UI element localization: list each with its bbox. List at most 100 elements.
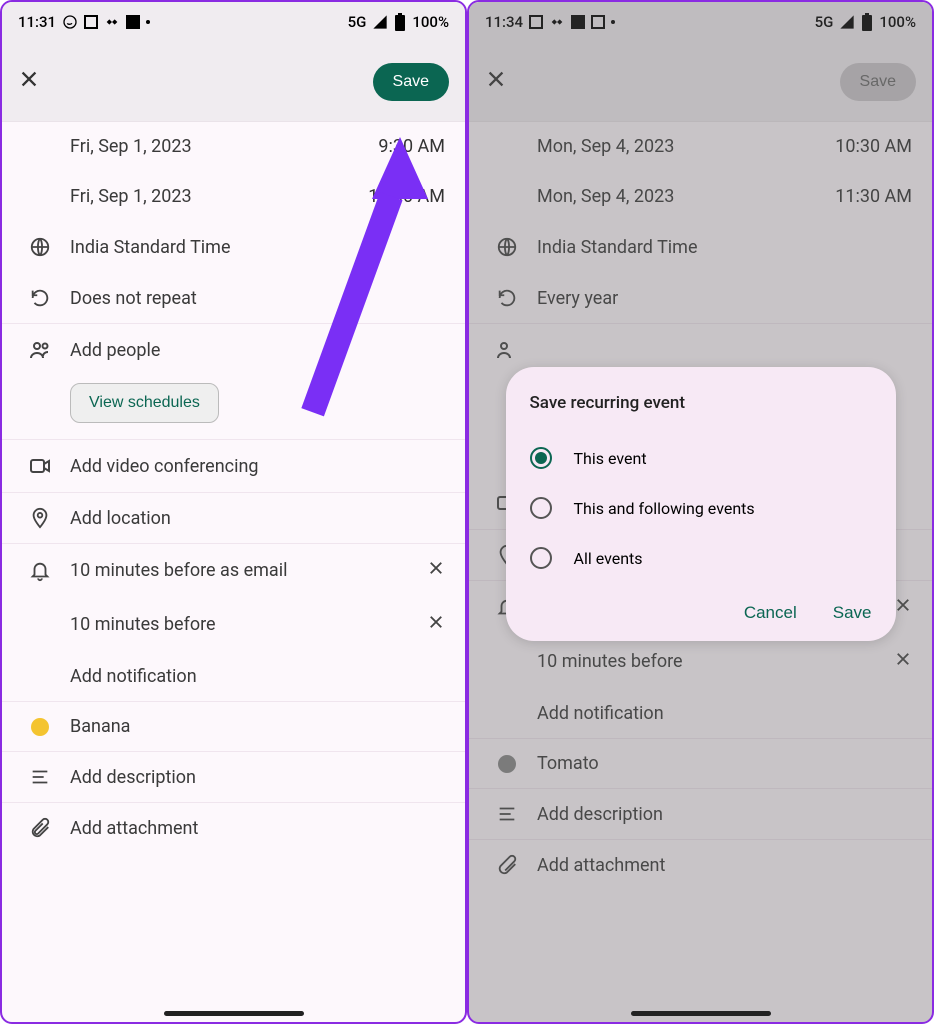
description-label: Add description xyxy=(70,767,445,788)
battery-icon xyxy=(861,13,873,31)
recurrence-row[interactable]: Every year xyxy=(469,273,932,324)
save-button[interactable]: Save xyxy=(373,63,449,101)
phone-right-screenshot: 11:34 5G 100% Save Mon, Sep 4, 2023 10:3… xyxy=(467,0,934,1024)
close-icon xyxy=(485,68,507,90)
view-schedules-button[interactable]: View schedules xyxy=(70,383,219,423)
status-time: 11:31 xyxy=(18,13,56,31)
radio-icon xyxy=(530,547,552,569)
calendar-color-icon xyxy=(22,718,58,736)
timezone-row[interactable]: India Standard Time xyxy=(469,222,932,273)
recurrence-row[interactable]: Does not repeat xyxy=(2,273,465,324)
end-date-row[interactable]: Mon, Sep 4, 2023 11:30 AM xyxy=(469,172,932,222)
radio-label: This event xyxy=(574,449,647,468)
radio-this-event[interactable]: This event xyxy=(530,433,872,483)
globe-icon xyxy=(22,236,58,258)
save-button[interactable]: Save xyxy=(840,63,916,101)
attachment-icon xyxy=(22,817,58,839)
close-button[interactable] xyxy=(485,67,507,97)
notification-1-label: 10 minutes before as email xyxy=(70,560,427,581)
timezone-label: India Standard Time xyxy=(537,237,912,258)
location-label: Add location xyxy=(70,508,445,529)
network-label: 5G xyxy=(348,13,367,31)
close-icon xyxy=(427,613,445,631)
remove-notification-1-button[interactable] xyxy=(427,558,445,583)
remove-notification-1-button[interactable] xyxy=(894,595,912,620)
whatsapp-icon xyxy=(62,14,78,30)
app-icon-3 xyxy=(126,15,140,29)
repeat-icon xyxy=(22,287,58,309)
phone-left-screenshot: 11:31 5G 100% Save Fri, Sep 1, 2023 9:30… xyxy=(0,0,467,1024)
network-label: 5G xyxy=(815,13,834,31)
end-date-label: Mon, Sep 4, 2023 xyxy=(537,186,835,207)
status-bar: 11:31 5G 100% xyxy=(2,2,465,42)
notification-2-row[interactable]: 10 minutes before xyxy=(2,598,465,652)
battery-icon xyxy=(394,13,406,31)
notification-2-row[interactable]: 10 minutes before xyxy=(469,635,932,689)
save-recurring-dialog: Save recurring event This event This and… xyxy=(506,367,896,641)
dialog-title: Save recurring event xyxy=(530,393,872,413)
close-icon xyxy=(894,650,912,668)
video-icon xyxy=(22,454,58,478)
add-notification-row[interactable]: Add notification xyxy=(2,652,465,702)
app-icon xyxy=(84,15,98,29)
start-date-label: Mon, Sep 4, 2023 xyxy=(537,136,835,157)
app-bar: Save xyxy=(469,42,932,122)
battery-label: 100% xyxy=(879,13,916,31)
attachment-label: Add attachment xyxy=(70,818,445,839)
description-icon xyxy=(489,803,525,825)
end-time-label: 11:30 AM xyxy=(835,186,912,207)
signal-icon xyxy=(372,14,388,30)
app-bar: Save xyxy=(2,42,465,122)
radio-label: All events xyxy=(574,549,643,568)
start-date-label: Fri, Sep 1, 2023 xyxy=(70,136,378,157)
close-icon xyxy=(18,68,40,90)
attachment-icon xyxy=(489,854,525,876)
recurrence-label: Does not repeat xyxy=(70,288,445,309)
calendar-color-icon xyxy=(489,755,525,773)
remove-notification-2-button[interactable] xyxy=(427,612,445,637)
status-bar: 11:34 5G 100% xyxy=(469,2,932,42)
dialog-cancel-button[interactable]: Cancel xyxy=(744,603,797,623)
annotation-arrow-icon xyxy=(372,137,428,199)
description-row[interactable]: Add description xyxy=(469,789,932,840)
location-icon xyxy=(22,507,58,529)
app-icon-2 xyxy=(549,14,565,30)
calendar-name-label: Tomato xyxy=(537,753,912,774)
add-people-row[interactable]: Add people xyxy=(2,324,465,377)
battery-label: 100% xyxy=(412,13,449,31)
radio-this-and-following[interactable]: This and following events xyxy=(530,483,872,533)
timezone-row[interactable]: India Standard Time xyxy=(2,222,465,273)
attachment-label: Add attachment xyxy=(537,855,912,876)
radio-icon xyxy=(530,497,552,519)
calendar-row[interactable]: Tomato xyxy=(469,739,932,789)
add-notification-label: Add notification xyxy=(70,666,445,687)
gesture-bar xyxy=(631,1011,771,1016)
notification-1-row[interactable]: 10 minutes before as email xyxy=(2,544,465,598)
attachment-row[interactable]: Add attachment xyxy=(2,803,465,854)
radio-icon xyxy=(530,447,552,469)
attachment-row[interactable]: Add attachment xyxy=(469,840,932,891)
add-notification-row[interactable]: Add notification xyxy=(469,689,932,739)
close-icon xyxy=(894,596,912,614)
radio-all-events[interactable]: All events xyxy=(530,533,872,583)
location-row[interactable]: Add location xyxy=(2,493,465,544)
description-row[interactable]: Add description xyxy=(2,752,465,803)
app-icon xyxy=(529,15,543,29)
gesture-bar xyxy=(164,1011,304,1016)
remove-notification-2-button[interactable] xyxy=(894,649,912,674)
video-conferencing-row[interactable]: Add video conferencing xyxy=(2,440,465,493)
end-date-label: Fri, Sep 1, 2023 xyxy=(70,186,368,207)
close-button[interactable] xyxy=(18,67,40,97)
dialog-save-button[interactable]: Save xyxy=(833,603,872,623)
globe-icon xyxy=(489,236,525,258)
status-time: 11:34 xyxy=(485,13,523,31)
calendar-row[interactable]: Banana xyxy=(2,702,465,752)
description-icon xyxy=(22,766,58,788)
app-icon-2 xyxy=(104,14,120,30)
event-form: Fri, Sep 1, 2023 9:30 AM Fri, Sep 1, 202… xyxy=(2,122,465,854)
people-icon xyxy=(22,338,58,362)
start-date-row[interactable]: Mon, Sep 4, 2023 10:30 AM xyxy=(469,122,932,172)
calendar-name-label: Banana xyxy=(70,716,445,737)
add-people-label: Add people xyxy=(70,340,445,361)
more-dot-icon xyxy=(611,20,615,24)
